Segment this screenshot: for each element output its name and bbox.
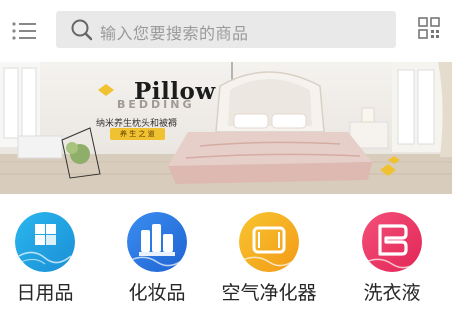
bedroom-illustration	[0, 62, 452, 194]
search-input[interactable]: 输入您要搜索的商品	[56, 11, 396, 48]
category-laundry-detergent[interactable]: 洗衣液	[357, 212, 427, 304]
search-icon	[70, 18, 94, 42]
cosmetics-icon	[127, 212, 187, 272]
category-air-purifier[interactable]: 空气净化器	[221, 212, 317, 304]
banner-pill: 养 生 之 道	[110, 128, 165, 140]
air-purifier-icon	[239, 212, 299, 272]
daily-goods-icon	[15, 212, 75, 272]
banner-subtitle: BEDDING	[117, 98, 195, 111]
category-label: 空气净化器	[221, 282, 317, 304]
qr-code-icon[interactable]	[418, 17, 440, 39]
category-daily-goods[interactable]: 日用品	[10, 212, 80, 304]
promo-banner[interactable]: Pillow BEDDING 纳米养生枕头和被褥 养 生 之 道	[0, 62, 452, 194]
category-cosmetics[interactable]: 化妆品	[122, 212, 192, 304]
category-label: 化妆品	[128, 282, 186, 304]
list-menu-icon[interactable]	[12, 22, 38, 40]
laundry-detergent-icon	[362, 212, 422, 272]
category-label: 洗衣液	[363, 282, 421, 304]
top-bar: 输入您要搜索的商品	[0, 0, 452, 62]
category-label: 日用品	[16, 282, 74, 304]
search-placeholder: 输入您要搜索的商品	[100, 24, 249, 43]
